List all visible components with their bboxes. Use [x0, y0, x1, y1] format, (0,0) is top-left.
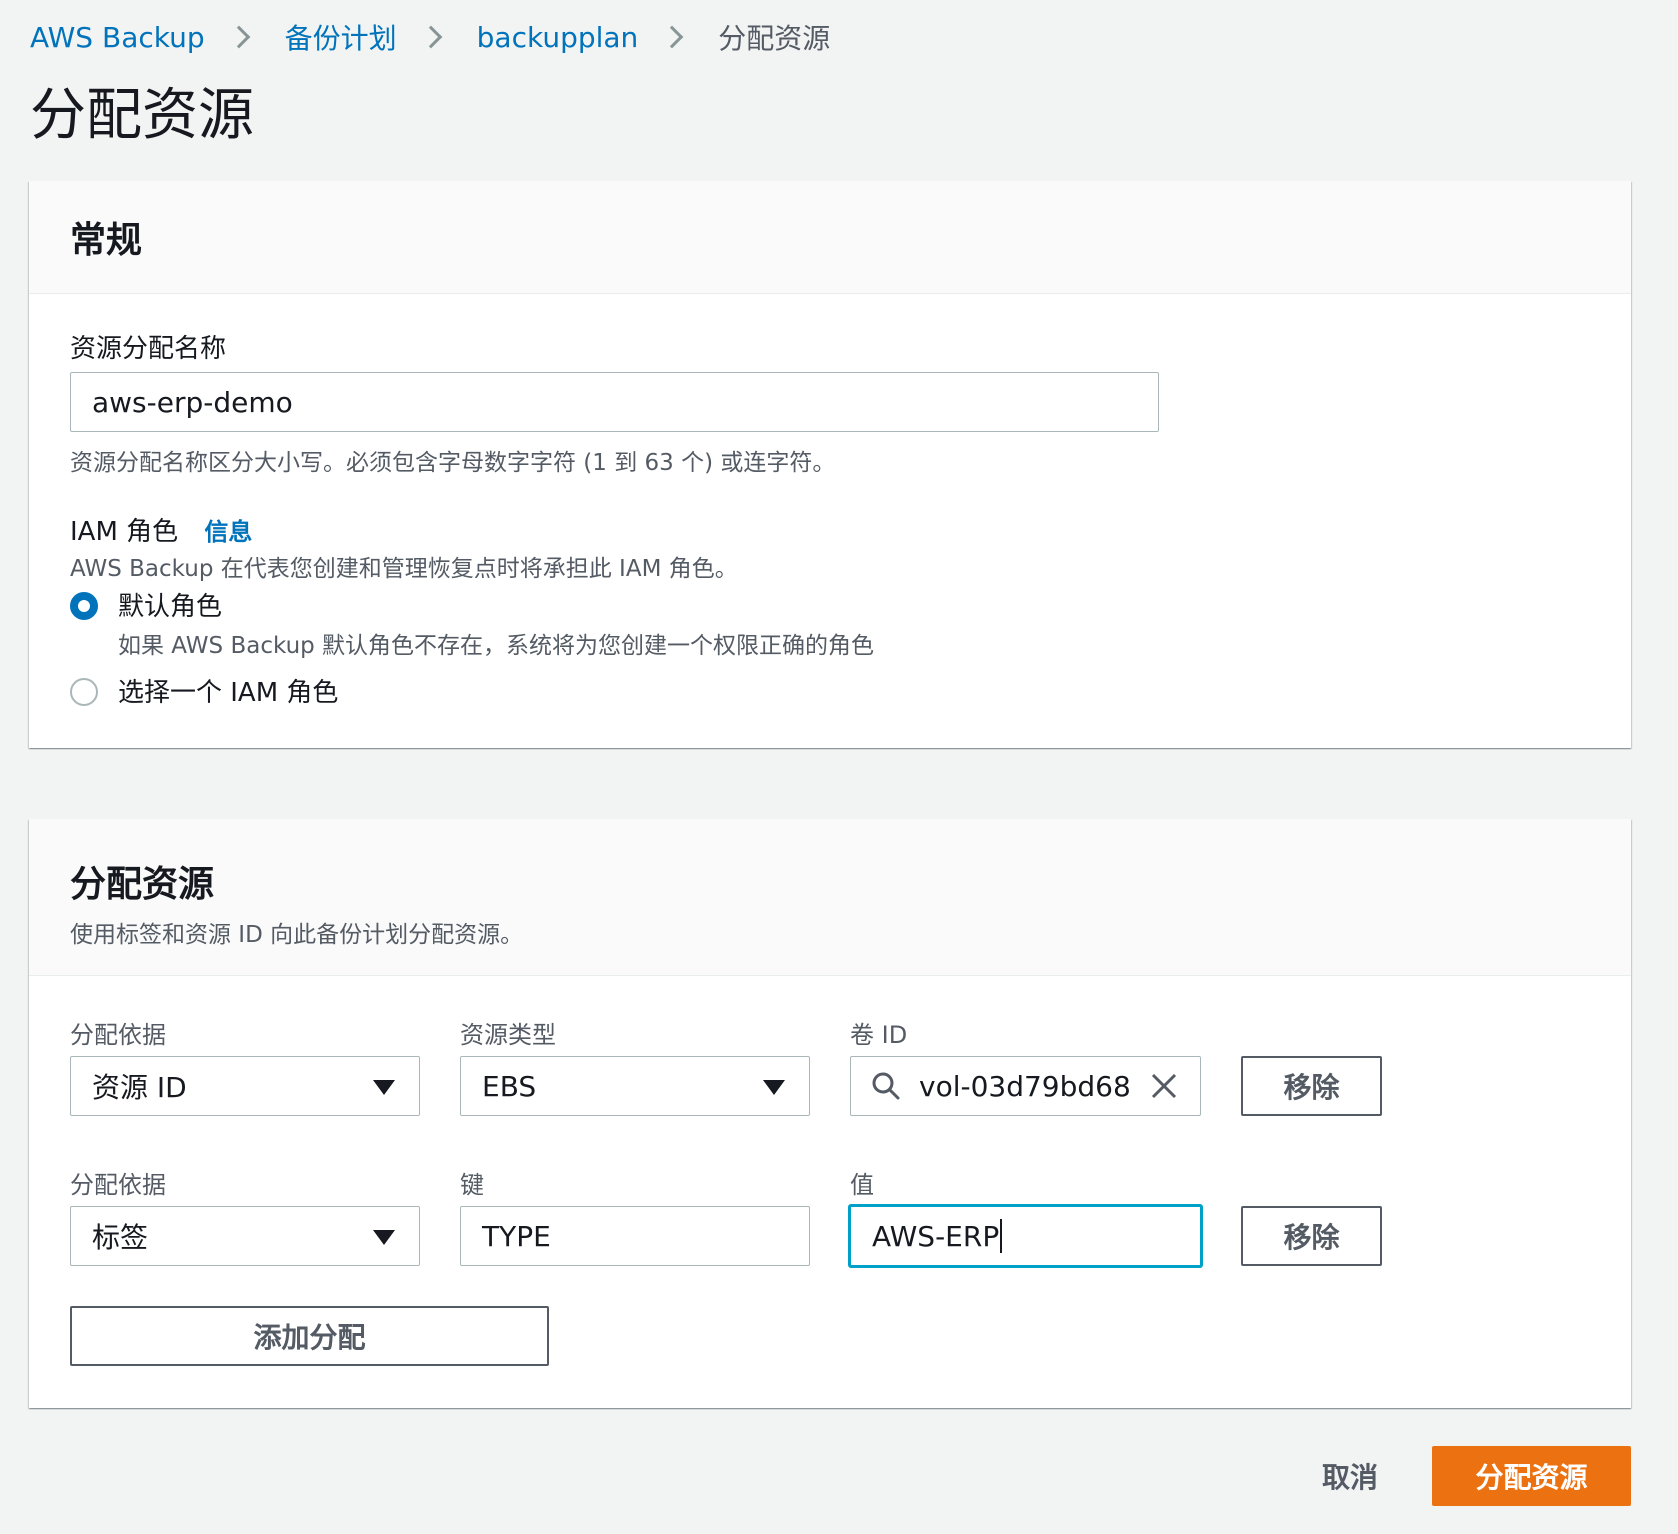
- row1-assign-by-label: 分配依据: [70, 1021, 166, 1049]
- row1-volume-id-value: vol-03d79bd685: [919, 1069, 1130, 1103]
- assign-resources-panel-title: 分配资源: [70, 864, 215, 905]
- breadcrumb-aws-backup[interactable]: AWS Backup: [30, 21, 205, 54]
- row2-value-text: AWS-ERP: [872, 1219, 1000, 1253]
- cancel-button[interactable]: 取消: [1290, 1446, 1410, 1506]
- iam-role-description: AWS Backup 在代表您创建和管理恢复点时将承担此 IAM 角色。: [70, 556, 738, 582]
- add-assignment-button[interactable]: 添加分配: [70, 1306, 549, 1366]
- row2-value-label: 值: [850, 1171, 874, 1199]
- breadcrumb-current: 分配资源: [718, 22, 831, 55]
- row2-key-label: 键: [460, 1171, 484, 1199]
- resource-assignment-name-input[interactable]: aws-erp-demo: [70, 372, 1159, 432]
- iam-role-label-text: IAM 角色: [70, 517, 179, 547]
- default-role-label[interactable]: 默认角色: [118, 586, 222, 623]
- row1-resource-type-select[interactable]: EBS: [460, 1056, 810, 1116]
- general-panel-header: 常规: [29, 181, 1631, 294]
- default-role-description: 如果 AWS Backup 默认角色不存在，系统将为您创建一个权限正确的角色: [118, 633, 875, 659]
- choose-iam-role-radio[interactable]: [70, 678, 98, 706]
- row1-resource-type-label: 资源类型: [460, 1021, 556, 1049]
- row1-assign-by-select[interactable]: 资源 ID: [70, 1056, 420, 1116]
- breadcrumb: AWS Backup 备份计划 backupplan 分配资源: [30, 14, 830, 60]
- row1-volume-id-label: 卷 ID: [850, 1021, 908, 1049]
- row1-resource-type-value: EBS: [482, 1069, 537, 1103]
- caret-down-icon: [373, 1230, 395, 1245]
- general-panel-title: 常规: [70, 220, 143, 261]
- row1-remove-button[interactable]: 移除: [1241, 1056, 1382, 1116]
- close-icon[interactable]: [1150, 1072, 1178, 1100]
- breadcrumb-backupplan[interactable]: backupplan: [477, 21, 639, 54]
- resource-assignment-name-label: 资源分配名称: [70, 334, 227, 364]
- chevron-right-icon: [419, 25, 442, 49]
- assign-resources-submit-button[interactable]: 分配资源: [1432, 1446, 1631, 1506]
- caret-down-icon: [763, 1080, 785, 1095]
- assign-resources-panel-header: 分配资源 使用标签和资源 ID 向此备份计划分配资源。: [29, 819, 1631, 976]
- row2-assign-by-value: 标签: [92, 1221, 149, 1254]
- row2-assign-by-label: 分配依据: [70, 1171, 166, 1199]
- chevron-right-icon: [227, 25, 250, 49]
- caret-down-icon: [373, 1080, 395, 1095]
- row1-volume-id-input[interactable]: vol-03d79bd685: [850, 1056, 1201, 1116]
- breadcrumb-backup-plans[interactable]: 备份计划: [285, 17, 397, 57]
- iam-role-label: IAM 角色 信息: [70, 511, 252, 548]
- row1-assign-by-value: 资源 ID: [92, 1071, 187, 1104]
- row2-remove-button[interactable]: 移除: [1241, 1206, 1382, 1266]
- row2-key-input[interactable]: TYPE: [460, 1206, 810, 1266]
- chevron-right-icon: [660, 25, 684, 49]
- row2-assign-by-select[interactable]: 标签: [70, 1206, 420, 1266]
- assign-resources-panel-description: 使用标签和资源 ID 向此备份计划分配资源。: [70, 922, 524, 948]
- default-role-radio[interactable]: [70, 592, 98, 620]
- resource-assignment-name-hint: 资源分配名称区分大小写。必须包含字母数字字符 (1 到 63 个) 或连字符。: [70, 450, 836, 476]
- search-icon: [872, 1072, 900, 1100]
- page-title: 分配资源: [30, 83, 254, 148]
- choose-iam-role-label[interactable]: 选择一个 IAM 角色: [118, 672, 338, 709]
- assign-resources-panel: 分配资源 使用标签和资源 ID 向此备份计划分配资源。 分配依据 资源 ID 资…: [29, 819, 1631, 1408]
- text-cursor: [1000, 1219, 1003, 1253]
- row2-value-input[interactable]: AWS-ERP: [849, 1205, 1202, 1267]
- general-panel: 常规 资源分配名称 aws-erp-demo 资源分配名称区分大小写。必须包含字…: [29, 181, 1631, 748]
- iam-role-info-link[interactable]: 信息: [204, 518, 252, 546]
